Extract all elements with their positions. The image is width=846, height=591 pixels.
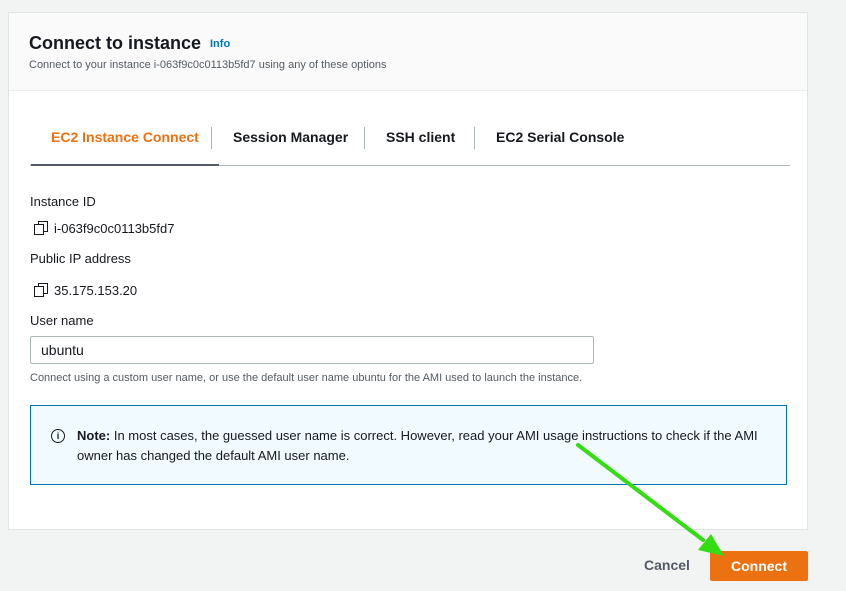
public-ip-label: Public IP address [30,251,131,266]
public-ip-value: 35.175.153.20 [54,282,138,298]
instance-id-row: i-063f9c0c0113b5fd7 [34,219,174,237]
alert-prefix: Note: [77,428,111,443]
info-circle-icon: i [51,429,65,443]
panel-header: Connect to instance Info Connect to your… [9,13,807,91]
tab-ssh-client[interactable]: SSH client [386,121,455,165]
tab-separator [211,127,212,149]
copy-icon[interactable] [34,283,48,297]
copy-icon[interactable] [34,221,48,235]
info-alert: i Note: In most cases, the guessed user … [30,405,787,485]
tab-separator [364,127,365,149]
tab-separator [474,127,475,149]
alert-body: In most cases, the guessed user name is … [77,428,758,463]
tab-ec2-serial-console[interactable]: EC2 Serial Console [496,121,624,165]
instance-id-value: i-063f9c0c0113b5fd7 [54,220,175,236]
username-input[interactable]: ubuntu [30,336,594,364]
page-title: Connect to instance [29,33,202,53]
public-ip-row: 35.175.153.20 [34,281,137,299]
tab-ec2-instance-connect[interactable]: EC2 Instance Connect [31,121,219,166]
tab-list: EC2 Instance Connect Session Manager SSH… [30,121,790,166]
connect-panel: Connect to instance Info Connect to your… [8,12,808,530]
instance-id-label: Instance ID [30,194,96,209]
cancel-button[interactable]: Cancel [644,557,690,573]
username-hint: Connect using a custom user name, or use… [30,372,583,384]
connect-button[interactable]: Connect [710,551,808,581]
info-link[interactable]: Info [210,38,230,50]
tab-session-manager[interactable]: Session Manager [233,121,348,165]
username-label: User name [30,313,94,328]
alert-text: Note: In most cases, the guessed user na… [77,426,777,466]
page-subtitle: Connect to your instance i-063f9c0c0113b… [29,59,387,71]
